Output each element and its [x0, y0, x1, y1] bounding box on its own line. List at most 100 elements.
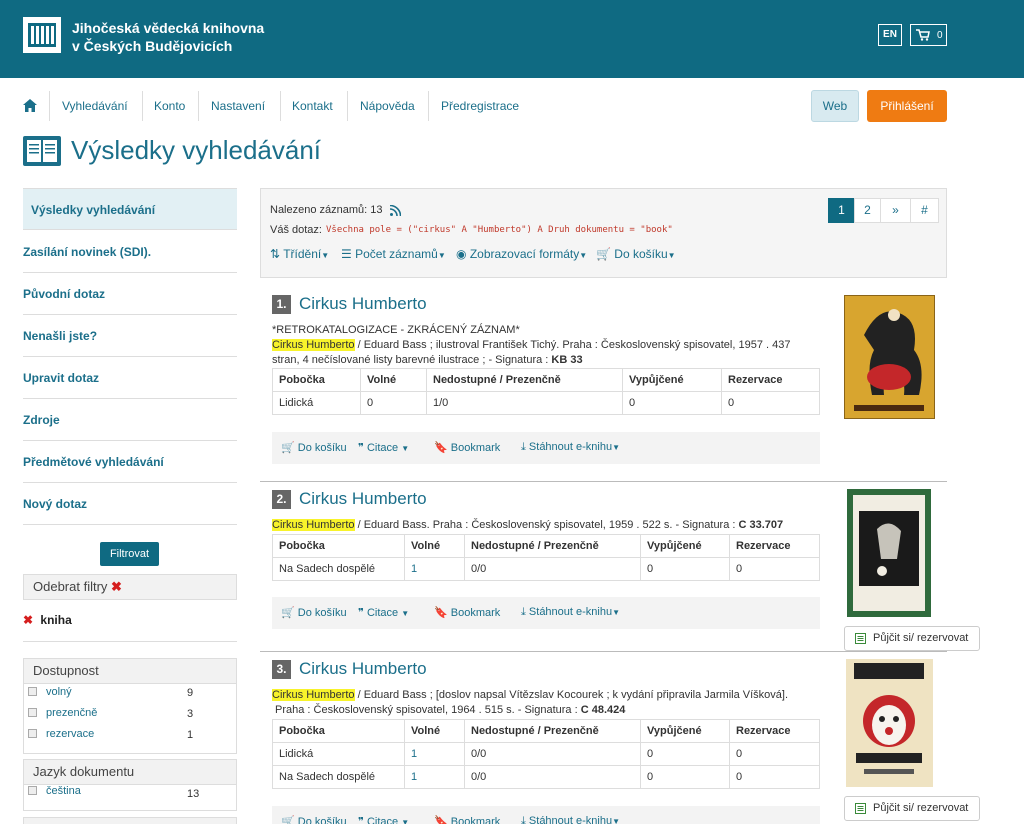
- sidebar-item-sources[interactable]: Zdroje: [23, 399, 237, 441]
- next-pages-icon[interactable]: »: [880, 198, 911, 223]
- nav-settings[interactable]: Nastavení: [211, 99, 265, 113]
- citation-dropdown[interactable]: ❞ Citace ▼: [358, 606, 409, 619]
- facet-option[interactable]: rezervace: [28, 728, 94, 740]
- web-button[interactable]: Web: [811, 90, 859, 122]
- facet-language-header[interactable]: Jazyk dokumentu: [23, 759, 237, 785]
- download-ebook-dropdown[interactable]: ⤓ Stáhnout e-knihu▼: [521, 815, 620, 824]
- book-cover-3[interactable]: [846, 659, 933, 787]
- column-header: Rezervace: [729, 719, 820, 743]
- citation-dropdown[interactable]: ❞ Citace ▼: [358, 441, 409, 454]
- nav-contact[interactable]: Kontakt: [292, 99, 333, 113]
- table-cell: 0: [622, 391, 722, 415]
- found-count: Nalezeno záznamů: 13: [270, 204, 383, 216]
- remove-all-icon[interactable]: ✖: [111, 579, 122, 594]
- facet-option-label: volný: [46, 686, 72, 698]
- search-highlight: Cirkus Humberto: [272, 519, 355, 531]
- sidebar-item-not-found[interactable]: Nenašli jste?: [23, 315, 237, 357]
- facet-count: 3: [187, 708, 194, 720]
- add-to-cart-label: Do košíku: [614, 247, 668, 261]
- add-to-cart-link[interactable]: 🛒 Do košíku: [281, 606, 347, 619]
- remove-filters-header[interactable]: Odebrat filtry ✖: [23, 574, 237, 600]
- bookmark-link[interactable]: 🔖 Bookmark: [434, 441, 500, 454]
- facet-availability-header[interactable]: Dostupnost: [23, 658, 237, 684]
- nav-preregistration[interactable]: Předregistrace: [441, 99, 519, 113]
- bookmark-link[interactable]: 🔖 Bookmark: [434, 815, 500, 824]
- sidebar-item-subject-search[interactable]: Předmětové vyhledávání: [23, 441, 237, 483]
- nav-account[interactable]: Konto: [154, 99, 185, 113]
- nav-help[interactable]: Nápověda: [360, 99, 415, 113]
- chevron-down-icon: ▼: [401, 818, 410, 824]
- table-cell: 0: [640, 742, 730, 766]
- book-icon: [23, 136, 61, 166]
- table-cell: 0: [360, 391, 427, 415]
- filter-button[interactable]: Filtrovat: [100, 542, 159, 566]
- active-filter[interactable]: ✖ kniha: [23, 613, 72, 627]
- add-to-cart-dropdown[interactable]: 🛒 Do košíku▼: [596, 247, 676, 261]
- download-ebook-dropdown[interactable]: ⤓ Stáhnout e-knihu▼: [521, 606, 620, 619]
- sort-label: Třídění: [283, 247, 322, 261]
- sidebar-item-original-query[interactable]: Původní dotaz: [23, 273, 237, 315]
- table-cell: Lidická: [272, 391, 361, 415]
- chevron-down-icon: ▼: [579, 251, 588, 260]
- sidebar-item-sdi[interactable]: Zasílání novinek (SDI).: [23, 231, 237, 273]
- checkbox[interactable]: [28, 687, 37, 696]
- facet-option[interactable]: čeština: [28, 785, 81, 797]
- book-cover-1[interactable]: [844, 295, 935, 419]
- table-cell: 0/0: [464, 765, 641, 789]
- divider: [23, 641, 237, 642]
- record-signature: C 48.424: [580, 704, 626, 716]
- nav-search[interactable]: Vyhledávání: [62, 99, 128, 113]
- facet-option[interactable]: prezenčně: [28, 707, 97, 719]
- facet-option[interactable]: volný: [28, 686, 72, 698]
- record-desc-line: Praha : Československý spisovatel, 1964 …: [275, 704, 581, 716]
- library-name[interactable]: Jihočeská vědecká knihovna v Českých Bud…: [72, 19, 264, 55]
- download-ebook-dropdown[interactable]: ⤓ Stáhnout e-knihu▼: [521, 441, 620, 454]
- sidebar-item-results[interactable]: Výsledky vyhledávání: [23, 188, 237, 230]
- login-button[interactable]: Přihlášení: [867, 90, 947, 122]
- column-header: Volné: [404, 719, 465, 743]
- goto-page-button[interactable]: #: [910, 198, 939, 223]
- chevron-down-icon: ▼: [437, 251, 446, 260]
- column-header: Pobočka: [272, 534, 405, 558]
- sort-dropdown[interactable]: ⇅ Třídění▼: [270, 247, 329, 261]
- facet-count: 1: [187, 729, 194, 741]
- language-button[interactable]: EN: [878, 24, 902, 46]
- record-title[interactable]: Cirkus Humberto: [299, 489, 427, 509]
- records-count-dropdown[interactable]: ☰ Počet záznamů▼: [341, 247, 446, 261]
- citation-label: Citace: [366, 442, 399, 454]
- add-to-cart-link[interactable]: 🛒 Do košíku: [281, 441, 347, 454]
- borrow-reserve-button[interactable]: Půjčit si/ rezervovat: [844, 796, 980, 821]
- checkbox[interactable]: [28, 729, 37, 738]
- record-description: Cirkus Humberto / Eduard Bass ; [doslov …: [272, 688, 832, 718]
- bookmark-label: Bookmark: [450, 442, 501, 454]
- add-to-cart-link[interactable]: 🛒 Do košíku: [281, 815, 347, 824]
- table-cell[interactable]: 1: [404, 742, 465, 766]
- bookmark-link[interactable]: 🔖 Bookmark: [434, 606, 500, 619]
- borrow-reserve-button[interactable]: Půjčit si/ rezervovat: [844, 626, 980, 651]
- sidebar-item-edit-query[interactable]: Upravit dotaz: [23, 357, 237, 399]
- facet-next-header[interactable]: [23, 817, 237, 824]
- library-logo-icon[interactable]: [23, 17, 61, 53]
- page-2[interactable]: 2: [854, 198, 881, 223]
- page-1[interactable]: 1: [828, 198, 855, 223]
- table-cell[interactable]: 1: [404, 557, 465, 581]
- display-format-dropdown[interactable]: ◉ Zobrazovací formáty▼: [456, 247, 587, 261]
- record-desc-line: / Eduard Bass. Praha : Československý sp…: [354, 519, 739, 531]
- record-title[interactable]: Cirkus Humberto: [299, 659, 427, 679]
- book-cover-2[interactable]: [847, 489, 931, 617]
- remove-filter-icon[interactable]: ✖: [23, 613, 33, 627]
- cart-button[interactable]: 0: [910, 24, 947, 46]
- record-title[interactable]: Cirkus Humberto: [299, 294, 427, 314]
- table-cell[interactable]: 1: [404, 765, 465, 789]
- checkbox[interactable]: [28, 708, 37, 717]
- sidebar-item-new-query[interactable]: Nový dotaz: [23, 483, 237, 525]
- table-row: Lidická 0 1/0 0 0: [272, 391, 820, 415]
- facet-count: 13: [187, 788, 200, 800]
- page-title: Výsledky vyhledávání: [71, 135, 322, 165]
- table-cell: 0: [721, 391, 820, 415]
- column-header: Volné: [360, 368, 427, 392]
- checkbox[interactable]: [28, 786, 37, 795]
- rss-icon[interactable]: [390, 205, 401, 216]
- citation-dropdown[interactable]: ❞ Citace ▼: [358, 815, 409, 824]
- home-icon[interactable]: [23, 99, 37, 112]
